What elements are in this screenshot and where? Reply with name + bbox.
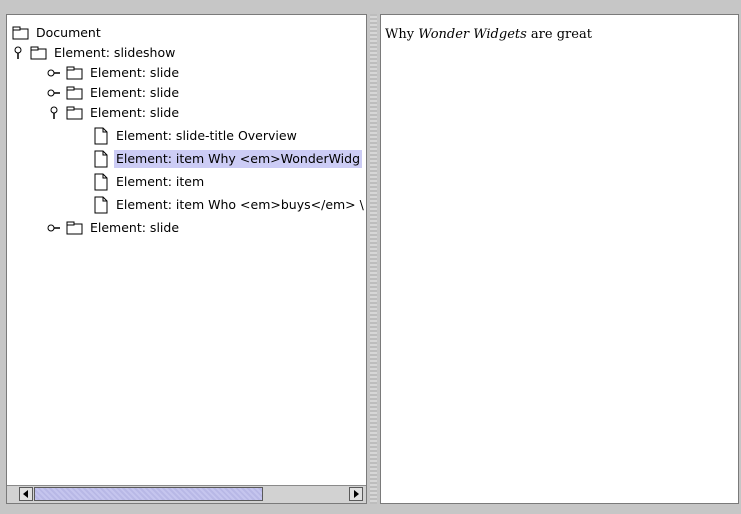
tree-node-slide[interactable]: Element: slide xyxy=(47,63,181,83)
tree-node-label: Element: slide-title Overview xyxy=(116,128,297,143)
tree-node-slide-title[interactable]: Element: slide-title Overview xyxy=(91,126,299,146)
collapsed-toggle-icon[interactable] xyxy=(47,221,61,235)
tree-node-label: Document xyxy=(36,25,101,40)
window-top-strip xyxy=(0,0,741,8)
folder-icon xyxy=(65,65,85,81)
tree-node-label: Element: slide xyxy=(90,85,180,100)
folder-icon xyxy=(65,85,85,101)
content-text-emphasis: Wonder Widgets xyxy=(418,27,527,42)
document-icon xyxy=(91,127,111,145)
document-icon xyxy=(91,196,111,214)
document-icon xyxy=(91,173,111,191)
tree-node-label: Element: item Why <em>WonderWidg xyxy=(114,150,363,168)
arrow-right-icon xyxy=(354,490,359,498)
tree-node-label: Element: slideshow xyxy=(54,45,176,60)
horizontal-scrollbar[interactable] xyxy=(7,485,366,503)
scroll-thumb[interactable] xyxy=(34,487,263,501)
collapsed-toggle-icon[interactable] xyxy=(47,66,61,80)
scroll-left-button[interactable] xyxy=(19,487,33,501)
tree-node-slide[interactable]: Element: slide xyxy=(47,218,181,238)
tree-node-label: Element: slide xyxy=(90,220,180,235)
folder-icon xyxy=(11,25,31,41)
tree-node-item[interactable]: Element: item Who <em>buys</em> \ xyxy=(91,195,366,215)
content-text-prefix: Why xyxy=(385,27,419,42)
tree-node-document[interactable]: Document xyxy=(11,23,103,43)
tree-node-slide[interactable]: Element: slide xyxy=(47,83,181,103)
tree-node-label: Element: slide xyxy=(90,105,180,120)
tree-node-label: Element: item Who <em>buys</em> \ xyxy=(116,197,364,212)
folder-icon xyxy=(65,220,85,236)
tree-node-label: Element: slide xyxy=(90,65,180,80)
folder-icon xyxy=(65,105,85,121)
expanded-toggle-icon[interactable] xyxy=(11,46,25,60)
tree-node-slide[interactable]: Element: slide xyxy=(47,103,181,123)
tree-node-item-selected[interactable]: Element: item Why <em>WonderWidg xyxy=(91,149,363,169)
scroll-right-button[interactable] xyxy=(349,487,363,501)
arrow-left-icon xyxy=(23,490,28,498)
split-pane-divider[interactable] xyxy=(370,14,377,504)
document-tree-panel[interactable]: Document Element: slideshow Element: sli… xyxy=(6,14,367,504)
tree-node-item[interactable]: Element: item xyxy=(91,172,206,192)
expanded-toggle-icon[interactable] xyxy=(47,106,61,120)
collapsed-toggle-icon[interactable] xyxy=(47,86,61,100)
content-text-suffix: are great xyxy=(526,27,592,42)
document-icon xyxy=(91,150,111,168)
content-view-panel: Why Wonder Widgets are great xyxy=(380,14,739,504)
folder-icon xyxy=(29,45,49,61)
tree-node-label: Element: item xyxy=(116,174,205,189)
tree-node-slideshow[interactable]: Element: slideshow xyxy=(11,43,177,63)
